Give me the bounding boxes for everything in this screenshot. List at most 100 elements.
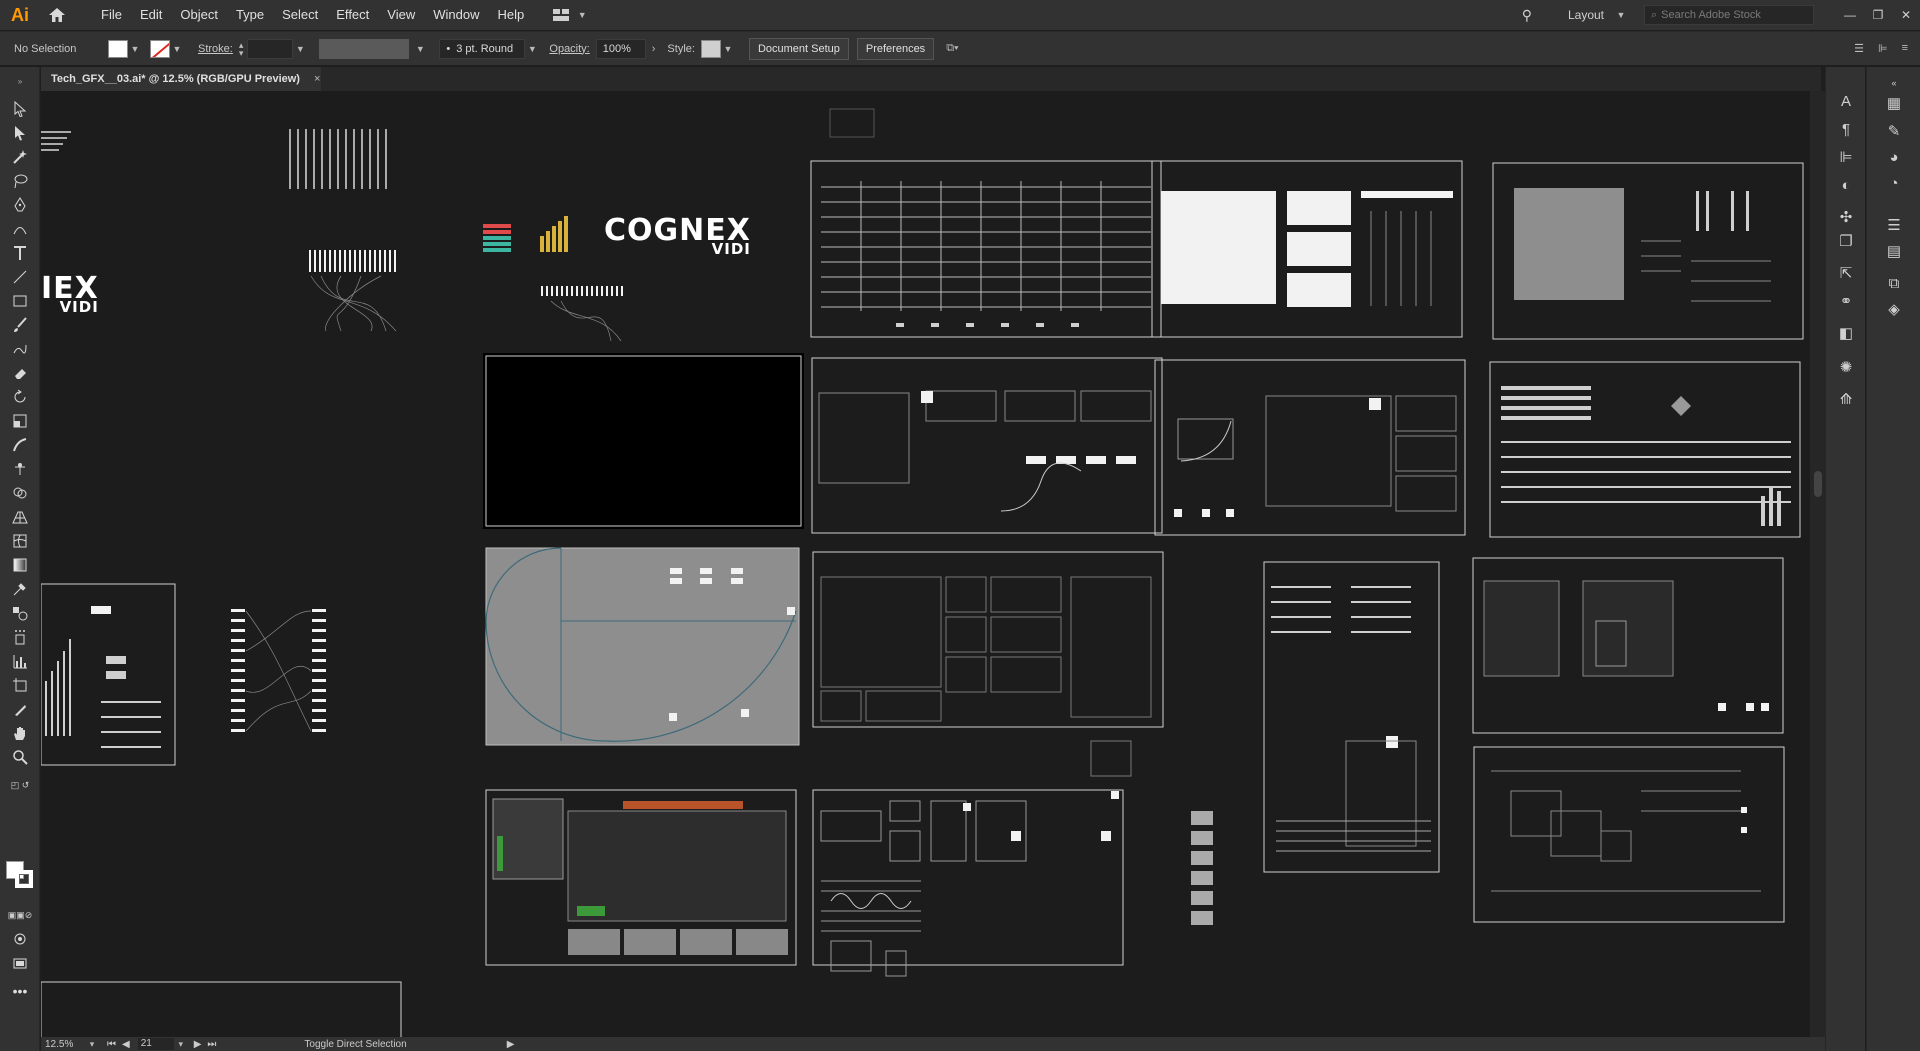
swatches-panel-icon[interactable]: ▦ — [1883, 93, 1905, 113]
draw-mode-icon[interactable] — [9, 929, 31, 949]
previous-artboard-icon[interactable]: ◀ — [122, 1039, 130, 1050]
color-mode-icon[interactable]: ▣▣⊘ — [8, 905, 33, 925]
hand-tool-icon[interactable] — [9, 723, 31, 743]
chevron-down-icon[interactable]: ▼ — [170, 44, 184, 54]
panel-menu-icon[interactable]: ☰ — [1854, 42, 1864, 55]
scale-tool-icon[interactable] — [9, 411, 31, 431]
selection-tool-icon[interactable] — [9, 99, 31, 119]
artboard-tool-icon[interactable] — [9, 675, 31, 695]
warp-tool-icon[interactable] — [9, 435, 31, 455]
chevron-down-icon[interactable]: ▾ — [174, 1039, 188, 1050]
default-colors-icon[interactable]: ◰ ↺ — [9, 775, 31, 795]
chevron-down-icon[interactable]: ▼ — [293, 44, 307, 54]
curvature-tool-icon[interactable] — [9, 219, 31, 239]
opacity-input[interactable]: 100% — [595, 38, 646, 59]
layers-panel-icon[interactable]: ◈ — [1883, 299, 1905, 319]
pen-tool-icon[interactable] — [9, 195, 31, 215]
chevron-right-icon[interactable]: › — [652, 43, 656, 55]
paintbrush-tool-icon[interactable] — [9, 315, 31, 335]
menu-effect[interactable]: Effect — [327, 0, 378, 30]
symbol-sprayer-tool-icon[interactable] — [9, 627, 31, 647]
column-graph-tool-icon[interactable] — [9, 651, 31, 671]
menu-select[interactable]: Select — [273, 0, 327, 30]
opacity-label[interactable]: Opacity: — [549, 43, 589, 55]
shaper-tool-icon[interactable] — [9, 339, 31, 359]
line-tool-icon[interactable] — [9, 267, 31, 287]
stroke-weight-stepper[interactable]: ▴ ▾ — [239, 40, 244, 57]
lasso-tool-icon[interactable] — [9, 171, 31, 191]
gradient-tool-icon[interactable] — [9, 555, 31, 575]
first-artboard-icon[interactable]: ⏮ — [107, 1039, 116, 1050]
chevron-down-icon[interactable]: ▼ — [525, 44, 539, 54]
document-tab[interactable]: Tech_GFX__03.ai* @ 12.5% (RGB/GPU Previe… — [41, 67, 321, 91]
last-artboard-icon[interactable]: ⏭ — [207, 1039, 216, 1050]
links-panel-icon[interactable]: ⚭ — [1835, 291, 1857, 311]
symbols-panel-icon[interactable]: ✣ — [1835, 207, 1857, 227]
character-panel-icon[interactable]: A — [1835, 91, 1857, 111]
document-setup-button[interactable]: Document Setup — [748, 37, 849, 60]
lightbulb-icon[interactable]: ⚲ — [1522, 7, 1532, 24]
align-panel-icon[interactable]: ⊫ — [1835, 147, 1857, 167]
menu-help[interactable]: Help — [488, 0, 533, 30]
artboard-canvas[interactable]: COGNEX VIDI IEX VIDI — [41, 91, 1825, 1037]
eyedropper-tool-icon[interactable] — [9, 579, 31, 599]
chevron-down-icon[interactable]: ▼ — [413, 44, 427, 54]
menu-view[interactable]: View — [378, 0, 424, 30]
export-panel-icon[interactable]: ⇱ — [1835, 263, 1857, 283]
variable-width-profile[interactable] — [319, 38, 410, 59]
appearance-panel-icon[interactable]: ✺ — [1835, 357, 1857, 377]
chevron-down-icon[interactable]: ▾ — [85, 1039, 99, 1050]
fill-swatch[interactable] — [108, 39, 128, 58]
stroke-panel-icon[interactable]: ☰ — [1883, 215, 1905, 235]
next-artboard-icon[interactable]: ▶ — [194, 1039, 202, 1050]
chevron-down-icon[interactable]: ▼ — [128, 44, 142, 54]
arrange-icon[interactable]: ⧉▾ — [946, 42, 958, 55]
close-tab-icon[interactable]: × — [314, 73, 320, 85]
vertical-scrollbar[interactable] — [1810, 91, 1825, 1037]
paragraph-panel-icon[interactable]: ¶ — [1835, 119, 1857, 139]
minimize-button[interactable]: — — [1836, 0, 1864, 30]
menu-type[interactable]: Type — [227, 0, 273, 30]
mesh-tool-icon[interactable] — [9, 531, 31, 551]
home-icon[interactable] — [42, 3, 72, 27]
close-button[interactable]: ✕ — [1892, 0, 1920, 30]
arrange-documents-button[interactable]: ▼ — [553, 9, 589, 21]
zoom-tool-icon[interactable] — [9, 747, 31, 767]
eraser-tool-icon[interactable] — [9, 363, 31, 383]
blend-tool-icon[interactable] — [9, 603, 31, 623]
transform-panel-icon[interactable]: ⟰ — [1835, 389, 1857, 409]
scroll-thumb[interactable] — [1814, 471, 1822, 497]
preferences-button[interactable]: Preferences — [856, 37, 935, 60]
brushes-panel-icon[interactable]: ✎ — [1883, 121, 1905, 141]
collapse-icon[interactable]: ≡ — [1902, 42, 1908, 55]
magic-wand-tool-icon[interactable] — [9, 147, 31, 167]
artboards-panel-icon[interactable]: ⧉ — [1883, 273, 1905, 293]
graphic-style-swatch[interactable] — [700, 39, 721, 58]
shape-builder-tool-icon[interactable] — [9, 483, 31, 503]
rectangle-tool-icon[interactable] — [9, 291, 31, 311]
more-tools-icon[interactable]: ••• — [9, 981, 31, 1001]
slice-tool-icon[interactable] — [9, 699, 31, 719]
artboard-number-input[interactable]: 21 — [137, 1038, 174, 1050]
fill-stroke-control[interactable] — [6, 861, 36, 891]
align-icon[interactable]: ⊫ — [1878, 42, 1888, 55]
color-panel-icon[interactable]: ◕ — [1883, 147, 1905, 167]
type-tool-icon[interactable] — [9, 243, 31, 263]
zoom-level[interactable]: 12.5% — [41, 1039, 85, 1050]
stroke-swatch[interactable] — [15, 870, 33, 888]
stroke-weight-input[interactable] — [247, 38, 294, 59]
stroke-label[interactable]: Stroke: — [198, 43, 233, 55]
brush-definition[interactable]: • 3 pt. Round — [439, 38, 526, 59]
menu-file[interactable]: File — [92, 0, 131, 30]
screen-mode-icon[interactable] — [9, 953, 31, 973]
graphic-styles-panel-icon[interactable]: ❐ — [1835, 231, 1857, 251]
status-menu-icon[interactable]: ▶ — [507, 1039, 515, 1050]
restore-button[interactable]: ❐ — [1864, 0, 1892, 30]
direct-selection-tool-icon[interactable] — [9, 123, 31, 143]
collapse-dock-icon[interactable]: « — [1883, 73, 1905, 93]
menu-window[interactable]: Window — [424, 0, 488, 30]
collapse-toolbar-icon[interactable]: » — [9, 71, 31, 91]
perspective-grid-tool-icon[interactable] — [9, 507, 31, 527]
chevron-down-icon[interactable]: ▼ — [721, 44, 735, 54]
transparency-panel-icon[interactable]: ◐ — [1835, 175, 1857, 195]
